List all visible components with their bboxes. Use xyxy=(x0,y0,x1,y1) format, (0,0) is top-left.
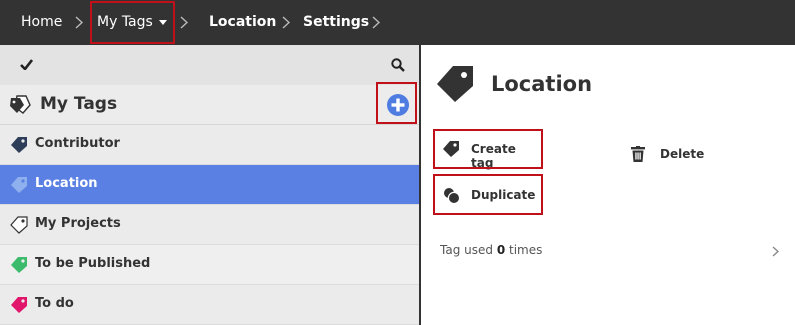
tag-item-to-be-published[interactable]: To be Published xyxy=(0,245,419,285)
tag-icon xyxy=(11,297,27,313)
breadcrumb-location[interactable]: Location xyxy=(209,0,276,45)
usage-suffix: times xyxy=(509,243,543,257)
tag-usage-text[interactable]: Tag used 0 times xyxy=(440,243,542,257)
chevron-right-icon xyxy=(75,16,83,29)
tag-detail-panel: Location Create tag Delete Duplicate Tag… xyxy=(421,45,795,325)
tag-sidebar: My Tags Contributor Location My Projects… xyxy=(0,45,419,325)
tag-icon xyxy=(10,216,28,234)
tag-icon xyxy=(11,177,27,193)
chevron-right-icon xyxy=(282,16,290,29)
highlight-box xyxy=(433,129,543,169)
tag-label: To be Published xyxy=(35,256,151,271)
tag-icon xyxy=(11,257,27,273)
tag-item-contributor[interactable]: Contributor xyxy=(0,125,419,165)
tag-label: Location xyxy=(35,176,98,191)
sidebar-title: My Tags xyxy=(40,94,118,114)
tag-icon xyxy=(437,66,473,102)
sidebar-toolbar xyxy=(0,45,419,85)
tags-icon xyxy=(10,95,31,114)
chevron-right-icon xyxy=(372,16,380,29)
usage-prefix: Tag used xyxy=(440,243,493,257)
delete-label: Delete xyxy=(660,147,705,161)
tag-item-location[interactable]: Location xyxy=(0,165,419,205)
search-icon[interactable] xyxy=(391,58,405,72)
highlight-box xyxy=(376,82,417,124)
tag-item-to-do[interactable]: To do xyxy=(0,285,419,325)
tag-label: My Projects xyxy=(35,216,121,231)
breadcrumb-home[interactable]: Home xyxy=(21,0,62,45)
detail-title: Location xyxy=(491,72,593,96)
tag-icon xyxy=(11,137,27,153)
usage-count: 0 xyxy=(496,243,506,257)
breadcrumb: Home My Tags Location Settings xyxy=(0,0,795,45)
tag-label: To do xyxy=(35,296,74,311)
tag-label: Contributor xyxy=(35,136,120,151)
trash-icon xyxy=(631,146,645,162)
breadcrumb-settings[interactable]: Settings xyxy=(303,0,369,45)
checkmark-icon[interactable] xyxy=(20,59,33,70)
chevron-right-icon xyxy=(180,16,188,29)
chevron-right-icon[interactable] xyxy=(772,246,779,257)
highlight-box xyxy=(433,174,543,215)
highlight-box xyxy=(90,1,175,44)
tag-item-my-projects[interactable]: My Projects xyxy=(0,205,419,245)
sidebar-header: My Tags xyxy=(0,82,419,125)
delete-button[interactable]: Delete xyxy=(626,143,716,167)
